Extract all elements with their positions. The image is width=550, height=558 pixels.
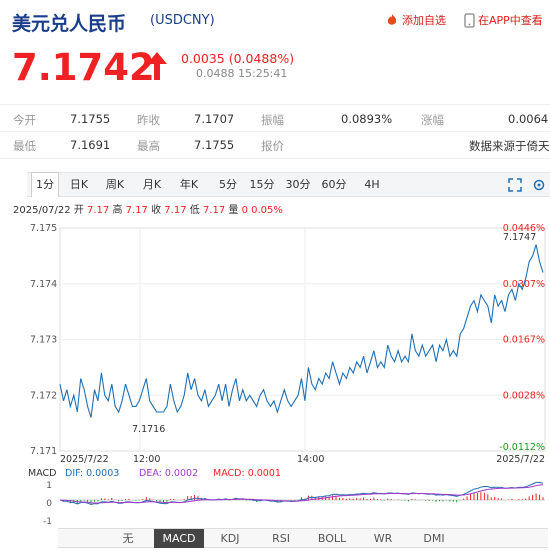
y-tick-label: 7.175 (30, 223, 57, 234)
info-high-label: 高 (112, 205, 123, 216)
y-tick-label: 7.174 (30, 279, 57, 290)
stat-value: 7.1707 (194, 112, 235, 126)
settings-icon[interactable] (532, 178, 546, 192)
flame-icon (387, 14, 397, 25)
info-date: 2025/07/22 (13, 205, 71, 216)
info-pct: 0.05% (251, 205, 283, 216)
stat-value: 0.0064 (508, 112, 549, 126)
y-tick-label: 7.171 (30, 446, 57, 457)
tab-1min[interactable]: 1分 (31, 172, 59, 197)
dif-label: DIF: 0.0003 (65, 468, 119, 479)
price-chart[interactable]: 7.1757.1747.1737.1727.1710.0446%0.0307%0… (0, 218, 550, 528)
open-app-button[interactable]: 在APP中查看 (464, 12, 543, 28)
tab-kdj[interactable]: KDJ (205, 529, 255, 548)
tab-dmi[interactable]: DMI (409, 529, 459, 548)
tab-wr[interactable]: WR (358, 529, 408, 548)
stat-value: 0.0893% (341, 112, 393, 126)
info-close-label: 收 (151, 205, 162, 216)
symbol-code: (USDCNY) (150, 13, 215, 28)
stats-row-1: 今开 7.1755 昨收 7.1707 振幅 0.0893% 涨幅 0.0064 (0, 104, 550, 132)
tab-boll[interactable]: BOLL (307, 529, 357, 548)
macd-label: MACD: 0.0001 (213, 468, 281, 479)
data-source: 数据来源于倚天 (469, 139, 550, 153)
pct-tick-label: 0.0167% (503, 335, 545, 346)
y-tick-label: 7.172 (30, 390, 57, 401)
add-watchlist-button[interactable]: 添加自选 (385, 12, 446, 28)
info-high: 7.17 (125, 205, 148, 216)
min-price-label: 7.1716 (132, 424, 165, 435)
up-arrow-icon (147, 52, 167, 80)
ohlc-info: 2025/07/22 开 7.17 高 7.17 收 7.17 低 7.17 量… (13, 201, 283, 216)
quote-time: 0.0488 15:25:41 (196, 67, 288, 80)
open-app-label: 在APP中查看 (478, 14, 543, 27)
tab-30min[interactable]: 30分 (283, 173, 313, 196)
stat-label: 振幅 (261, 113, 284, 127)
price-line (59, 244, 544, 418)
x-tick-label: 2025/7/22 (60, 454, 109, 465)
tab-4h[interactable]: 4H (358, 173, 386, 196)
info-open-label: 开 (73, 205, 84, 216)
tab-60min[interactable]: 60分 (319, 173, 349, 196)
stat-value: 7.1691 (70, 138, 111, 152)
tab-15min[interactable]: 15分 (247, 173, 277, 196)
x-tick-label: 14:00 (297, 454, 324, 465)
pct-tick-label: 0.0028% (503, 390, 545, 401)
indicator-tabs: 无 MACD KDJ RSI BOLL WR DMI (58, 528, 548, 548)
pct-tick-label: -0.0112% (499, 442, 545, 453)
stat-label: 最高 (137, 139, 160, 153)
x-tick-label: 12:00 (133, 454, 160, 465)
tab-rsi[interactable]: RSI (256, 529, 306, 548)
tab-macd[interactable]: MACD (154, 529, 204, 548)
y-tick-label: 7.173 (30, 335, 57, 346)
x-tick-label: 2025/7/22 (496, 454, 545, 465)
period-tabs: 1分 日K 周K 月K 年K 5分 15分 30分 60分 4H (27, 172, 550, 197)
page-title: 美元兑人民币 (12, 13, 127, 35)
phone-icon (464, 12, 475, 28)
macd-y-tick: 0 (46, 499, 52, 509)
fullscreen-icon[interactable] (508, 178, 522, 192)
dea-label: DEA: 0.0002 (139, 468, 198, 479)
tab-daily-k[interactable]: 日K (65, 173, 93, 196)
tab-weekly-k[interactable]: 周K (101, 173, 129, 196)
info-open: 7.17 (87, 205, 110, 216)
stat-label: 最低 (13, 139, 36, 153)
current-price: 7.1742 (12, 46, 155, 89)
stat-label: 昨收 (137, 113, 160, 127)
macd-y-tick: 1 (46, 481, 52, 491)
tab-monthly-k[interactable]: 月K (138, 173, 166, 196)
macd-title: MACD (28, 468, 56, 479)
add-watchlist-label: 添加自选 (402, 14, 446, 27)
stat-label: 报价 (261, 139, 284, 153)
stats-row-2: 最低 7.1691 最高 7.1755 报价 数据来源于倚天 (0, 131, 550, 159)
stat-label: 今开 (13, 113, 36, 127)
info-close: 7.17 (164, 205, 187, 216)
stat-label: 涨幅 (421, 113, 444, 127)
info-vol: 0 (241, 205, 248, 216)
price-change: 0.0035 (0.0488%) (181, 51, 295, 66)
stat-value: 7.1755 (70, 112, 111, 126)
info-low-label: 低 (189, 205, 200, 216)
tab-yearly-k[interactable]: 年K (175, 173, 203, 196)
info-low: 7.17 (202, 205, 226, 216)
tab-5min[interactable]: 5分 (214, 173, 242, 196)
info-vol-label: 量 (228, 205, 239, 216)
stat-value: 7.1755 (194, 138, 235, 152)
max-price-label: 7.1747 (503, 232, 536, 243)
tab-none[interactable]: 无 (103, 529, 153, 548)
macd-y-tick: -1 (43, 517, 52, 527)
